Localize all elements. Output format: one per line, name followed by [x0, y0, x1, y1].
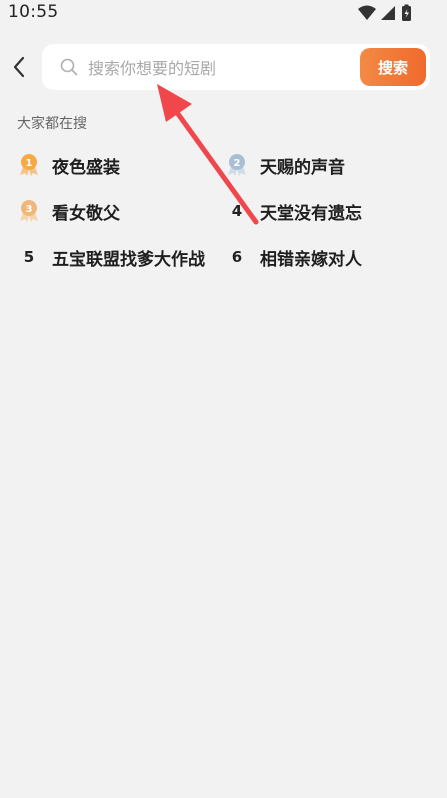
hot-search-label: 夜色盛装 [52, 157, 120, 178]
hot-search-item[interactable]: 6 相错亲嫁对人 [226, 242, 362, 272]
status-icons [357, 4, 421, 22]
search-input[interactable] [86, 52, 350, 84]
hot-search-label: 相错亲嫁对人 [260, 249, 362, 270]
rank-badge-bronze-icon: 3 [18, 199, 40, 223]
hot-search-title: 大家都在搜 [17, 116, 87, 132]
hot-search-label: 五宝联盟找爹大作战 [52, 249, 205, 270]
hot-search-label: 看女敬父 [52, 203, 120, 224]
svg-text:2: 2 [234, 158, 241, 169]
chevron-left-icon [13, 56, 25, 78]
hot-search-item[interactable]: 1 夜色盛装 [18, 150, 120, 180]
hot-search-item[interactable]: 3 看女敬父 [18, 196, 120, 226]
svg-text:3: 3 [26, 204, 33, 215]
status-time: 10:55 [8, 2, 59, 22]
hot-search-label: 天赐的声音 [260, 157, 345, 178]
status-bar: 10:55 [0, 0, 447, 28]
rank-badge-silver-icon: 2 [226, 153, 248, 177]
rank-badge-gold-icon: 1 [18, 153, 40, 177]
back-button[interactable] [6, 52, 32, 82]
hot-search-label: 天堂没有遗忘 [260, 203, 362, 224]
battery-icon [402, 4, 411, 21]
rank-number: 5 [23, 248, 35, 266]
svg-text:1: 1 [26, 158, 33, 169]
rank-number: 4 [231, 202, 243, 220]
hot-search-item[interactable]: 5 五宝联盟找爹大作战 [18, 242, 205, 272]
rank-number: 6 [231, 248, 243, 266]
hot-search-item[interactable]: 2 天赐的声音 [226, 150, 345, 180]
search-icon [60, 58, 78, 76]
signal-icon [381, 6, 395, 20]
search-box[interactable]: 搜索 [42, 44, 430, 90]
hot-search-item[interactable]: 4 天堂没有遗忘 [226, 196, 362, 226]
search-header: 搜索 [0, 44, 447, 90]
search-button[interactable]: 搜索 [360, 48, 426, 86]
wifi-icon [358, 5, 376, 20]
